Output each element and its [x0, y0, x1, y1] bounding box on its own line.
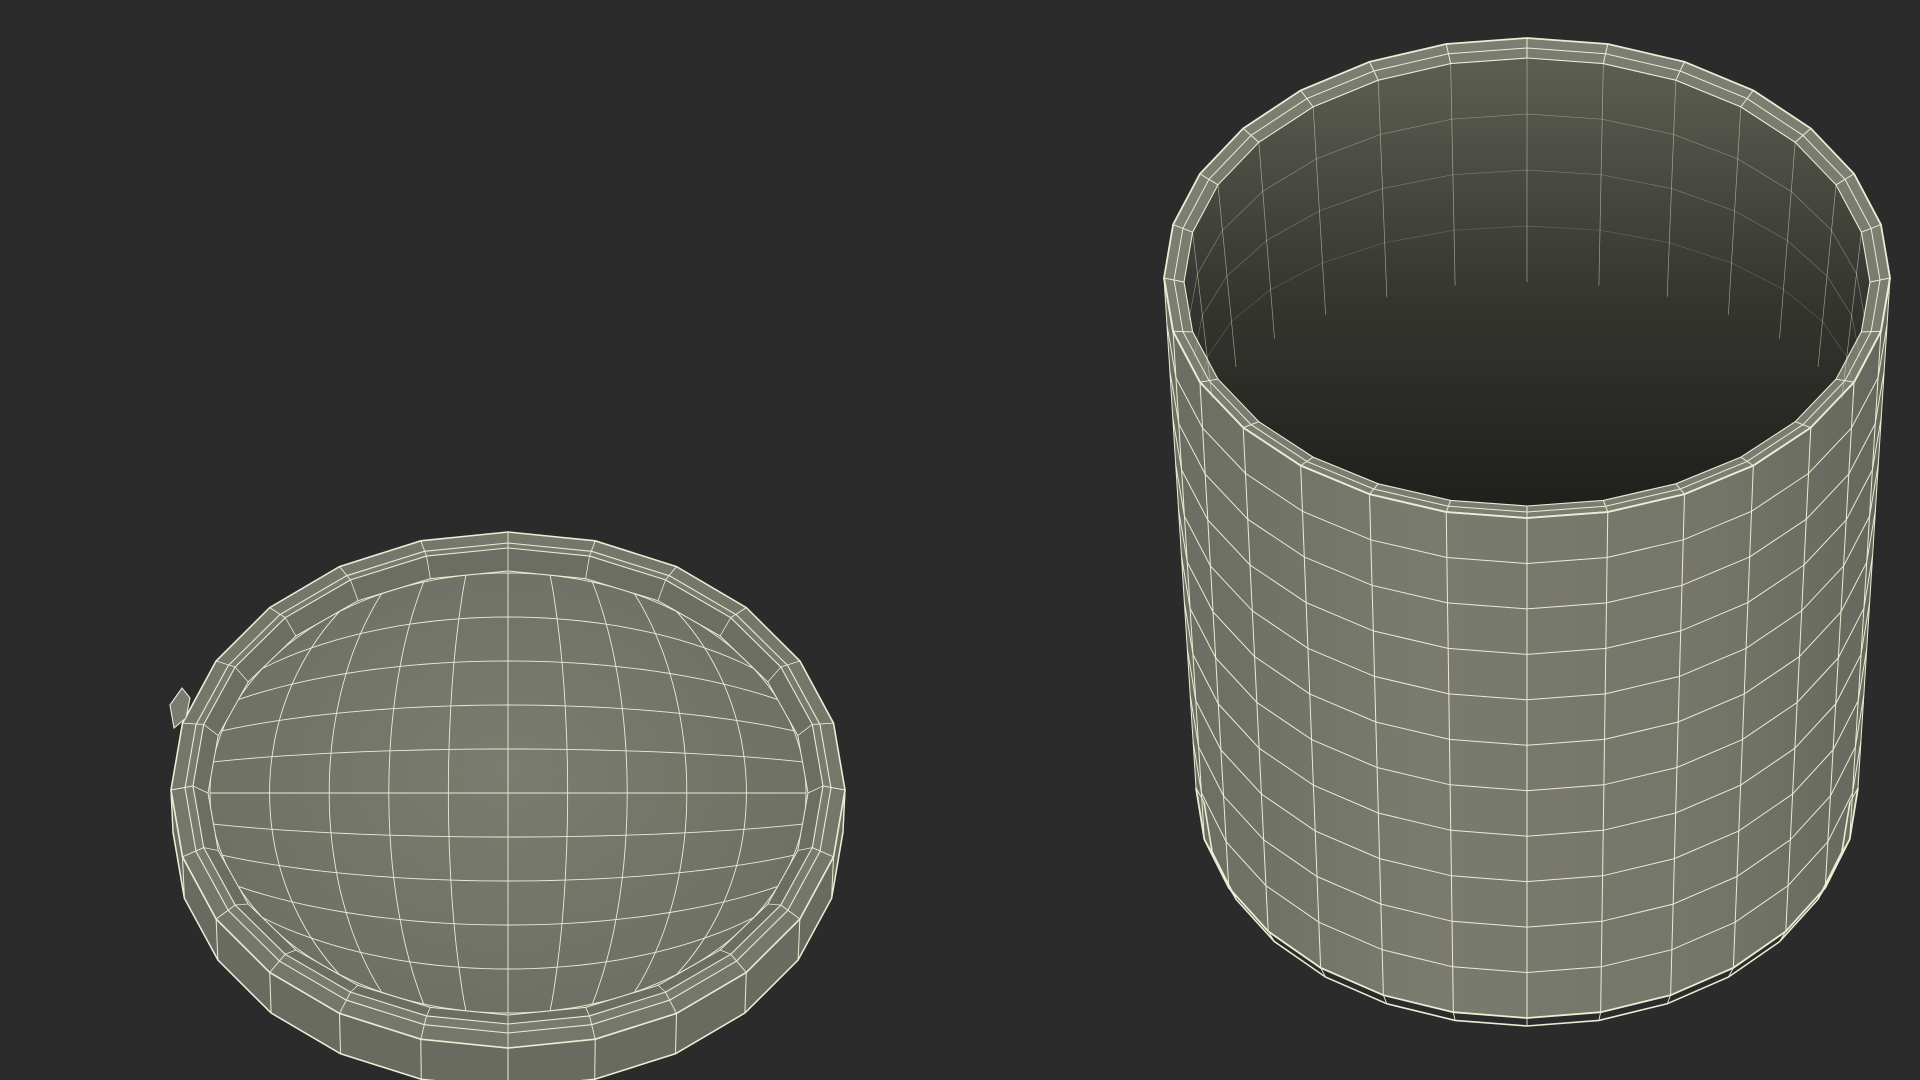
lid-object	[169, 531, 846, 1080]
container-object	[1163, 37, 1891, 1027]
lid-outer-wall-segment-line	[420, 1039, 422, 1080]
container-bottom-chamfer-line	[1452, 1012, 1456, 1021]
lid-outer-wall-segment-line	[594, 1039, 596, 1080]
wireframe-render-canvas	[169, 37, 1891, 1080]
render-viewport[interactable]	[0, 0, 1920, 1080]
container-bottom-chamfer-line	[1598, 1012, 1602, 1021]
